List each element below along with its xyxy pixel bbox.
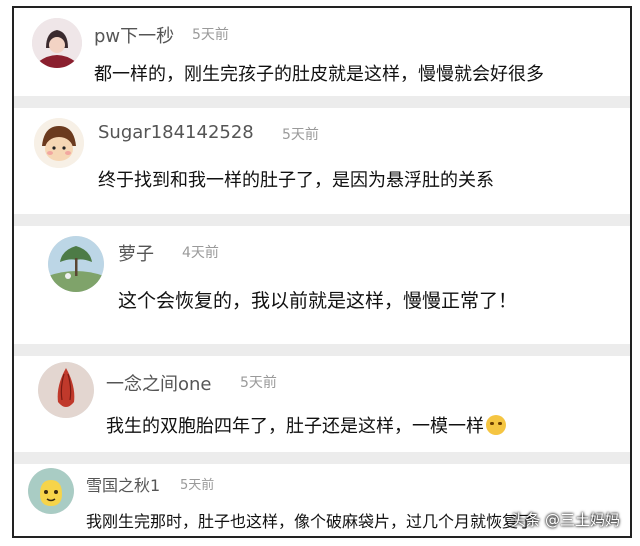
separator: [14, 96, 630, 108]
watermark: 头条 @三土妈妈: [510, 511, 620, 529]
username[interactable]: Sugar184142528: [98, 122, 254, 143]
avatar[interactable]: [38, 362, 94, 418]
comment-text: 我刚生完那时，肚子也这样，像个破麻袋片，过几个月就恢复了: [86, 512, 535, 531]
timestamp: 5天前: [180, 478, 215, 493]
avatar[interactable]: [28, 468, 74, 514]
username[interactable]: 一念之间one: [106, 370, 212, 396]
timestamp: 5天前: [240, 375, 277, 391]
timestamp: 5天前: [192, 27, 229, 43]
timestamp: 5天前: [282, 127, 319, 143]
comment-item: Sugar184142528 5天前 终于找到和我一样的肚子了，是因为悬浮肚的关…: [14, 108, 630, 214]
comment-text: 都一样的，刚生完孩子的肚皮就是这样，慢慢就会好很多: [94, 64, 544, 85]
comment-text: 我生的双胞胎四年了，肚子还是这样，一模一样: [106, 412, 506, 438]
comment-text: 这个会恢复的，我以前就是这样，慢慢正常了！: [118, 290, 518, 312]
comment-list: pw下一秒 5天前 都一样的，刚生完孩子的肚皮就是这样，慢慢就会好很多 Suga…: [12, 6, 632, 538]
username[interactable]: 萝子: [118, 240, 154, 266]
username[interactable]: pw下一秒: [94, 22, 174, 48]
timestamp: 4天前: [182, 245, 219, 261]
separator: [14, 344, 630, 356]
comment-text: 终于找到和我一样的肚子了，是因为悬浮肚的关系: [98, 170, 494, 191]
avatar[interactable]: [48, 236, 104, 292]
avatar[interactable]: [32, 18, 82, 68]
comment-item: pw下一秒 5天前 都一样的，刚生完孩子的肚皮就是这样，慢慢就会好很多: [14, 8, 630, 96]
separator: [14, 214, 630, 226]
comment-item: 一念之间one 5天前 我生的双胞胎四年了，肚子还是这样，一模一样: [14, 356, 630, 452]
avatar[interactable]: [34, 118, 84, 168]
separator: [14, 452, 630, 464]
username[interactable]: 雪国之秋1: [86, 472, 160, 496]
comment-item: 萝子 4天前 这个会恢复的，我以前就是这样，慢慢正常了！: [14, 226, 630, 344]
crying-face-emoji-icon: [486, 415, 506, 435]
